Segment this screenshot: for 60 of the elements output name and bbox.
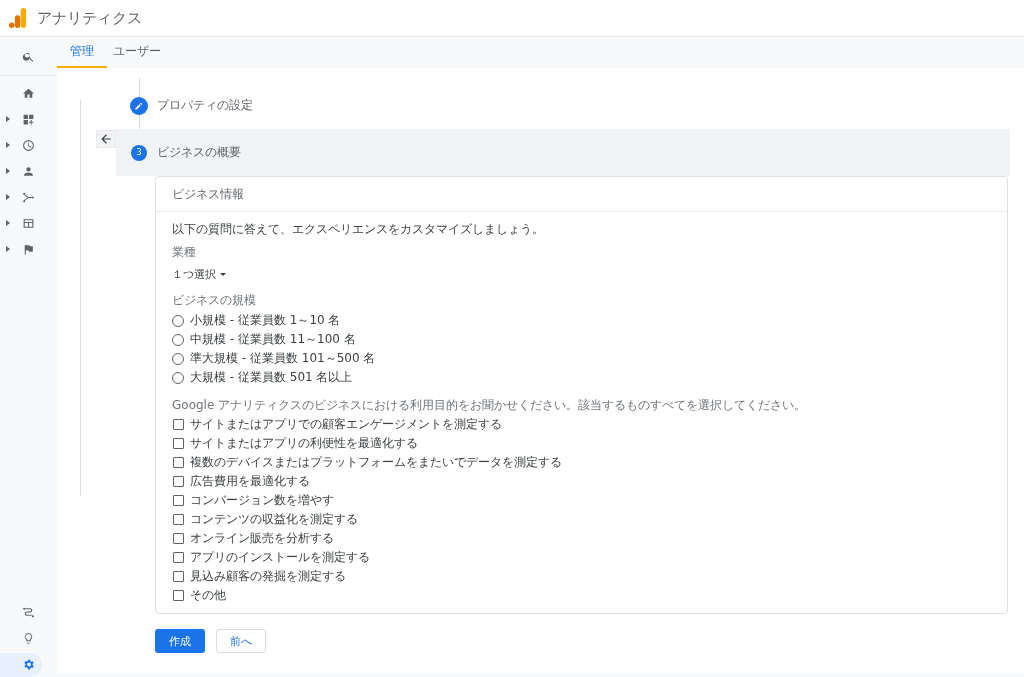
checkbox[interactable] xyxy=(173,552,184,563)
checkbox[interactable] xyxy=(173,533,184,544)
current-step-row[interactable]: 3 ビジネスの概要 xyxy=(116,129,1010,176)
step-label: ビジネスの概要 xyxy=(157,144,241,161)
flag-icon[interactable] xyxy=(22,242,35,256)
radio-label: 小規模 - 従業員数 1～10 名 xyxy=(190,312,341,329)
industry-dropdown[interactable]: １つ選択 xyxy=(172,267,226,282)
checkbox-label: コンテンツの収益化を測定する xyxy=(190,511,358,528)
field-label: 業種 xyxy=(172,244,196,261)
checkbox-label: その他 xyxy=(190,587,226,604)
checkbox-label: 複数のデバイスまたはプラットフォームをまたいでデータを測定する xyxy=(190,454,562,471)
radio-label: 中規模 - 従業員数 11～100 名 xyxy=(190,331,356,348)
intro-text: 以下の質問に答えて、エクスペリエンスをカスタマイズしましょう。 xyxy=(172,221,544,238)
checkbox[interactable] xyxy=(173,514,184,525)
home-icon[interactable] xyxy=(22,86,35,100)
bar-chart-logo xyxy=(9,8,27,28)
step-label: プロパティの設定 xyxy=(157,97,253,114)
checkbox-label: 見込み顧客の発掘を測定する xyxy=(190,568,346,585)
dropdown-caret-icon xyxy=(220,273,226,276)
checkbox-label: オンライン販売を分析する xyxy=(190,530,334,547)
selected-nav-background xyxy=(0,653,42,677)
back-button[interactable] xyxy=(96,130,116,148)
card-title: ビジネス情報 xyxy=(156,177,1007,212)
checkbox[interactable] xyxy=(173,419,184,430)
back-arrow-icon xyxy=(99,132,113,146)
expand-caret-icon[interactable] xyxy=(6,168,10,174)
dashboard-icon[interactable] xyxy=(22,112,35,126)
pencil-icon xyxy=(130,96,148,115)
question-text: Google アナリティクスのビジネスにおける利用目的をお聞かせください。該当するものすべてを選択してください。 xyxy=(172,397,807,414)
checkbox[interactable] xyxy=(173,457,184,468)
expand-caret-icon[interactable] xyxy=(6,116,10,122)
radio-label: 準大規模 - 従業員数 101～500 名 xyxy=(190,350,376,367)
expand-caret-icon[interactable] xyxy=(6,142,10,148)
checkbox-label: コンバージョン数を増やす xyxy=(190,492,334,509)
step-row[interactable]: プロパティの設定 xyxy=(116,82,1010,129)
checkbox-label: サイトまたはアプリの利便性を最適化する xyxy=(190,435,418,452)
field-label: ビジネスの規模 xyxy=(172,292,256,309)
clock-icon[interactable] xyxy=(22,138,35,152)
create-button[interactable]: 作成 xyxy=(155,629,205,653)
step-number: 3 xyxy=(131,144,147,161)
radio-label: 大規模 - 従業員数 501 名以上 xyxy=(190,369,353,386)
checkbox-label: アプリのインストールを測定する xyxy=(190,549,370,566)
route-icon[interactable] xyxy=(22,605,35,619)
checkbox[interactable] xyxy=(173,590,184,601)
checkbox[interactable] xyxy=(173,476,184,487)
checkbox[interactable] xyxy=(173,495,184,506)
checkbox[interactable] xyxy=(173,438,184,449)
checkbox-label: サイトまたはアプリでの顧客エンゲージメントを測定する xyxy=(190,416,502,433)
person-icon[interactable] xyxy=(22,164,35,178)
checkbox[interactable] xyxy=(173,571,184,582)
settings-icon[interactable] xyxy=(22,657,35,671)
table-icon[interactable] xyxy=(22,216,35,230)
branch-icon[interactable] xyxy=(22,190,35,204)
expand-caret-icon[interactable] xyxy=(6,246,10,252)
app-title: アナリティクス xyxy=(37,8,142,28)
expand-caret-icon[interactable] xyxy=(6,194,10,200)
checkbox-label: 広告費用を最適化する xyxy=(190,473,310,490)
tab[interactable]: ユーザー xyxy=(107,37,167,68)
previous-button[interactable]: 前へ xyxy=(216,629,266,653)
expand-caret-icon[interactable] xyxy=(6,220,10,226)
